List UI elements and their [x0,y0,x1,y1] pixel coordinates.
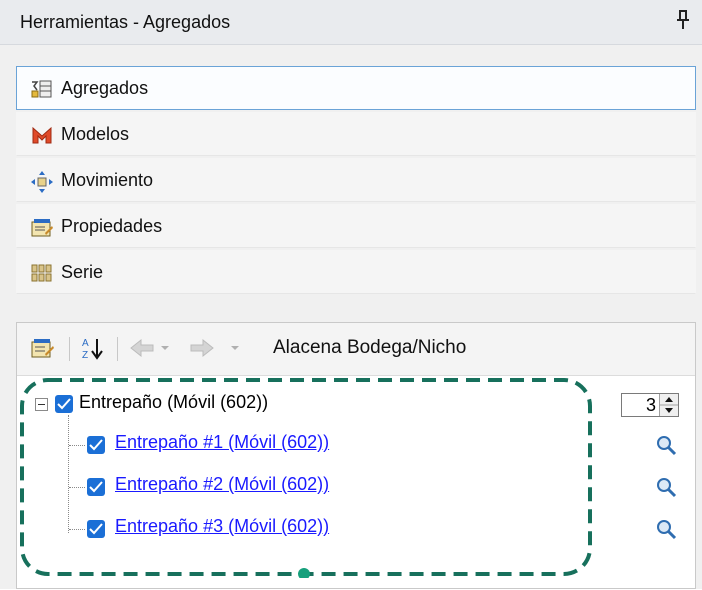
count-stepper[interactable]: 3 [621,393,679,417]
property-toolbar: A Z Alacena Bodega/Nicho [17,323,695,376]
count-value: 3 [645,395,656,415]
svg-text:Z: Z [82,350,88,360]
child-checkbox[interactable] [87,436,105,454]
tool-nav: Agregados Modelos Movimiento Propiedades… [16,66,696,296]
nav-item-agregados[interactable]: Agregados [16,66,696,110]
aggregates-icon [31,79,52,99]
move-icon [31,171,53,193]
nav-item-label: Modelos [61,124,130,144]
properties-icon [31,217,53,237]
tree-child-row[interactable]: Entrepaño #2 (Móvil (602)) [17,469,695,503]
tree-root-row[interactable]: Entrepaño (Móvil (602)) 3 [17,387,695,421]
back-arrow-icon[interactable] [129,336,177,365]
child-checkbox[interactable] [87,478,105,496]
properties-icon[interactable] [31,336,55,365]
child-link[interactable]: Entrepaño #1 (Móvil (602)) [115,432,329,453]
forward-arrow-icon[interactable] [187,336,247,365]
tree-guide-line [69,445,85,446]
sort-az-icon[interactable]: A Z [81,336,105,365]
nav-item-serie[interactable]: Serie [16,250,696,294]
tree-guide-line [69,529,85,530]
magnifier-icon[interactable] [655,476,677,498]
child-link[interactable]: Entrepaño #3 (Móvil (602)) [115,516,329,537]
magnifier-icon[interactable] [655,434,677,456]
toolbar-separator [117,337,118,361]
stepper-buttons[interactable] [659,394,678,416]
shelf-tree: Entrepaño (Móvil (602)) 3 Entrepaño #1 (… [17,375,695,590]
child-link[interactable]: Entrepaño #2 (Móvil (602)) [115,474,329,495]
nav-item-label: Movimiento [61,170,154,190]
nav-item-movimiento[interactable]: Movimiento [16,158,696,202]
property-grid: A Z Alacena Bodega/Nicho Entrepaño (Móvi… [16,322,696,589]
magnifier-icon[interactable] [655,518,677,540]
panel-titlebar: Herramientas - Agregados [0,0,702,45]
child-checkbox[interactable] [87,520,105,538]
tree-root-label: Entrepaño (Móvil (602)) [79,392,269,412]
series-icon [31,263,52,283]
panel-title: Herramientas - Agregados [20,12,231,32]
toolbar-separator [69,337,70,361]
nav-item-label: Propiedades [61,216,163,236]
object-title: Alacena Bodega/Nicho [273,337,467,358]
tool-panel: Herramientas - Agregados Agregados Model… [0,0,702,589]
pin-icon[interactable] [676,10,690,30]
collapse-toggle[interactable] [35,398,48,411]
root-checkbox[interactable] [55,395,73,413]
tree-child-row[interactable]: Entrepaño #3 (Móvil (602)) [17,511,695,545]
models-icon [31,125,52,145]
svg-text:A: A [82,338,89,349]
tree-guide-line [69,487,85,488]
nav-item-propiedades[interactable]: Propiedades [16,204,696,248]
nav-item-label: Serie [61,262,104,282]
tree-child-row[interactable]: Entrepaño #1 (Móvil (602)) [17,427,695,461]
nav-item-modelos[interactable]: Modelos [16,112,696,156]
nav-item-label: Agregados [61,78,149,98]
